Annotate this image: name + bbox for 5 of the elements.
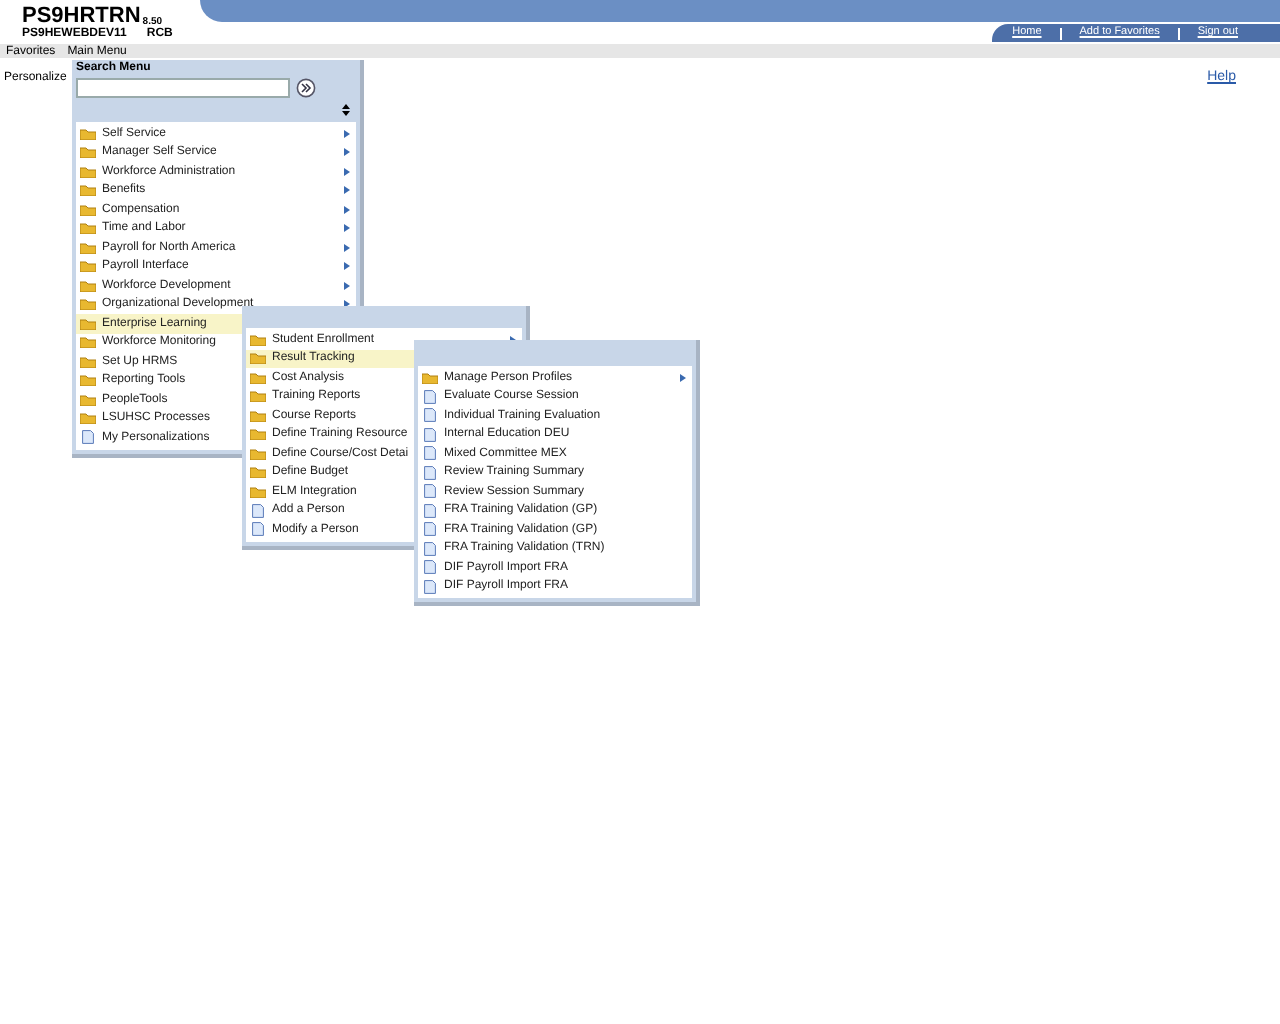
page-icon [82, 430, 94, 445]
search-field[interactable] [76, 78, 290, 98]
app-title: PS9HRTRN [22, 6, 141, 28]
go-icon[interactable] [296, 78, 316, 98]
sort-icon[interactable] [342, 104, 350, 116]
